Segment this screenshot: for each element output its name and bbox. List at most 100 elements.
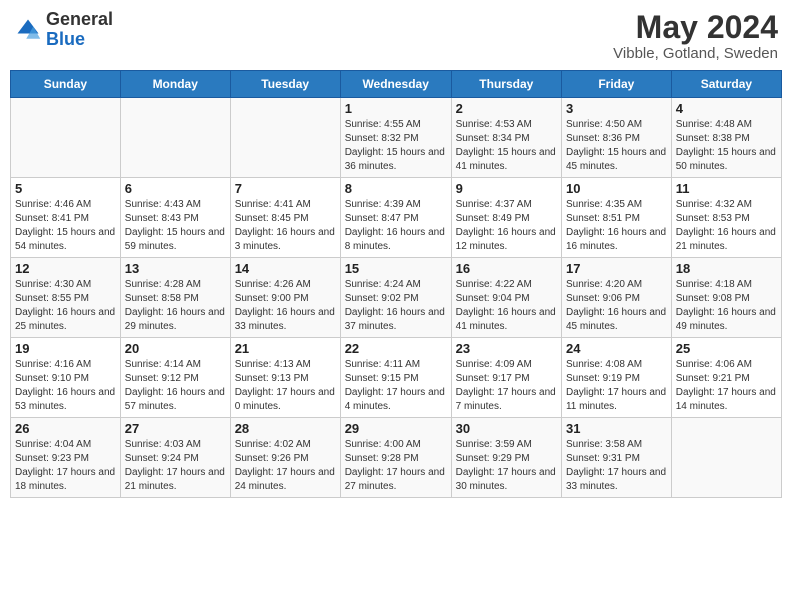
calendar-cell: 15 Sunrise: 4:24 AM Sunset: 9:02 PM Dayli… — [340, 258, 451, 338]
calendar-cell: 30 Sunrise: 3:59 AM Sunset: 9:29 PM Dayli… — [451, 418, 561, 498]
day-header-friday: Friday — [561, 71, 671, 98]
calendar-cell: 13 Sunrise: 4:28 AM Sunset: 8:58 PM Dayli… — [120, 258, 230, 338]
calendar-cell: 12Sunrise: 4:30 AM Sunset: 8:55 PM Dayli… — [11, 258, 121, 338]
day-number: 10 — [566, 181, 667, 196]
cell-info: Sunrise: 4:26 AM Sunset: 9:00 PM Dayligh… — [235, 278, 336, 334]
calendar-cell: 1Sunrise: 4:55 AM Sunset: 8:32 PM Daylig… — [340, 98, 451, 178]
day-number: 22 — [345, 341, 447, 356]
cell-info: Sunrise: 4:39 AM Sunset: 8:47 PM Dayligh… — [345, 198, 447, 254]
calendar-cell: 19Sunrise: 4:16 AM Sunset: 9:10 PM Dayli… — [11, 338, 121, 418]
calendar-cell: 23 Sunrise: 4:09 AM Sunset: 9:17 PM Dayli… — [451, 338, 561, 418]
cell-info: Sunrise: 4:02 AM Sunset: 9:26 PM Dayligh… — [235, 438, 336, 494]
calendar-cell — [230, 98, 340, 178]
calendar-cell — [11, 98, 121, 178]
day-number: 4 — [676, 101, 777, 116]
cell-info: Sunrise: 4:37 AM Sunset: 8:49 PM Dayligh… — [456, 198, 557, 254]
calendar-cell: 3 Sunrise: 4:50 AM Sunset: 8:36 PM Daylig… — [561, 98, 671, 178]
calendar-cell: 27 Sunrise: 4:03 AM Sunset: 9:24 PM Dayli… — [120, 418, 230, 498]
day-number: 8 — [345, 181, 447, 196]
day-number: 13 — [125, 261, 226, 276]
cell-info: Sunrise: 4:41 AM Sunset: 8:45 PM Dayligh… — [235, 198, 336, 254]
calendar-cell: 4 Sunrise: 4:48 AM Sunset: 8:38 PM Daylig… — [671, 98, 781, 178]
calendar-cell: 10 Sunrise: 4:35 AM Sunset: 8:51 PM Dayli… — [561, 178, 671, 258]
calendar-cell: 9 Sunrise: 4:37 AM Sunset: 8:49 PM Daylig… — [451, 178, 561, 258]
day-number: 2 — [456, 101, 557, 116]
calendar-cell: 18 Sunrise: 4:18 AM Sunset: 9:08 PM Dayli… — [671, 258, 781, 338]
day-header-sunday: Sunday — [11, 71, 121, 98]
day-number: 14 — [235, 261, 336, 276]
calendar-cell: 14 Sunrise: 4:26 AM Sunset: 9:00 PM Dayli… — [230, 258, 340, 338]
day-number: 1 — [345, 101, 447, 116]
calendar-cell: 26Sunrise: 4:04 AM Sunset: 9:23 PM Dayli… — [11, 418, 121, 498]
cell-info: Sunrise: 4:14 AM Sunset: 9:12 PM Dayligh… — [125, 358, 226, 414]
day-number: 5 — [15, 181, 116, 196]
location: Vibble, Gotland, Sweden — [613, 45, 778, 62]
day-number: 30 — [456, 421, 557, 436]
calendar-cell: 2Sunrise: 4:53 AM Sunset: 8:34 PM Daylig… — [451, 98, 561, 178]
day-header-monday: Monday — [120, 71, 230, 98]
calendar-cell: 17 Sunrise: 4:20 AM Sunset: 9:06 PM Dayli… — [561, 258, 671, 338]
calendar-week-1: 1Sunrise: 4:55 AM Sunset: 8:32 PM Daylig… — [11, 98, 782, 178]
calendar-cell: 11Sunrise: 4:32 AM Sunset: 8:53 PM Dayli… — [671, 178, 781, 258]
day-number: 20 — [125, 341, 226, 356]
cell-info: Sunrise: 4:43 AM Sunset: 8:43 PM Dayligh… — [125, 198, 226, 254]
day-number: 18 — [676, 261, 777, 276]
day-number: 9 — [456, 181, 557, 196]
cell-info: Sunrise: 4:18 AM Sunset: 9:08 PM Dayligh… — [676, 278, 777, 334]
calendar-header-row: SundayMondayTuesdayWednesdayThursdayFrid… — [11, 71, 782, 98]
calendar-cell: 8 Sunrise: 4:39 AM Sunset: 8:47 PM Daylig… — [340, 178, 451, 258]
day-number: 31 — [566, 421, 667, 436]
cell-info: Sunrise: 4:50 AM Sunset: 8:36 PM Dayligh… — [566, 118, 667, 174]
day-number: 27 — [125, 421, 226, 436]
calendar-cell: 29Sunrise: 4:00 AM Sunset: 9:28 PM Dayli… — [340, 418, 451, 498]
cell-info: Sunrise: 4:46 AM Sunset: 8:41 PM Dayligh… — [15, 198, 116, 254]
day-number: 21 — [235, 341, 336, 356]
day-number: 23 — [456, 341, 557, 356]
calendar-table: SundayMondayTuesdayWednesdayThursdayFrid… — [10, 70, 782, 498]
day-header-saturday: Saturday — [671, 71, 781, 98]
day-number: 6 — [125, 181, 226, 196]
day-number: 29 — [345, 421, 447, 436]
cell-info: Sunrise: 4:20 AM Sunset: 9:06 PM Dayligh… — [566, 278, 667, 334]
cell-info: Sunrise: 4:11 AM Sunset: 9:15 PM Dayligh… — [345, 358, 447, 414]
day-number: 7 — [235, 181, 336, 196]
day-number: 24 — [566, 341, 667, 356]
calendar-week-3: 12Sunrise: 4:30 AM Sunset: 8:55 PM Dayli… — [11, 258, 782, 338]
calendar-cell: 22 Sunrise: 4:11 AM Sunset: 9:15 PM Dayli… — [340, 338, 451, 418]
calendar-cell — [671, 418, 781, 498]
cell-info: Sunrise: 4:35 AM Sunset: 8:51 PM Dayligh… — [566, 198, 667, 254]
day-number: 3 — [566, 101, 667, 116]
logo-blue-text: Blue — [46, 29, 85, 49]
day-number: 11 — [676, 181, 777, 196]
calendar-week-2: 5 Sunrise: 4:46 AM Sunset: 8:41 PM Daylig… — [11, 178, 782, 258]
day-number: 26 — [15, 421, 116, 436]
cell-info: Sunrise: 4:16 AM Sunset: 9:10 PM Dayligh… — [15, 358, 116, 414]
cell-info: Sunrise: 4:24 AM Sunset: 9:02 PM Dayligh… — [345, 278, 447, 334]
calendar-cell: 7 Sunrise: 4:41 AM Sunset: 8:45 PM Daylig… — [230, 178, 340, 258]
calendar-cell: 5 Sunrise: 4:46 AM Sunset: 8:41 PM Daylig… — [11, 178, 121, 258]
cell-info: Sunrise: 4:08 AM Sunset: 9:19 PM Dayligh… — [566, 358, 667, 414]
title-block: May 2024 Vibble, Gotland, Sweden — [613, 10, 778, 62]
day-number: 17 — [566, 261, 667, 276]
cell-info: Sunrise: 4:28 AM Sunset: 8:58 PM Dayligh… — [125, 278, 226, 334]
day-number: 15 — [345, 261, 447, 276]
cell-info: Sunrise: 3:59 AM Sunset: 9:29 PM Dayligh… — [456, 438, 557, 494]
cell-info: Sunrise: 4:48 AM Sunset: 8:38 PM Dayligh… — [676, 118, 777, 174]
calendar-cell: 31 Sunrise: 3:58 AM Sunset: 9:31 PM Dayli… — [561, 418, 671, 498]
calendar-cell: 28 Sunrise: 4:02 AM Sunset: 9:26 PM Dayli… — [230, 418, 340, 498]
calendar-cell: 20 Sunrise: 4:14 AM Sunset: 9:12 PM Dayli… — [120, 338, 230, 418]
day-number: 28 — [235, 421, 336, 436]
day-header-tuesday: Tuesday — [230, 71, 340, 98]
calendar-cell — [120, 98, 230, 178]
calendar-cell: 6 Sunrise: 4:43 AM Sunset: 8:43 PM Daylig… — [120, 178, 230, 258]
page-header: General Blue May 2024 Vibble, Gotland, S… — [10, 10, 782, 62]
cell-info: Sunrise: 4:09 AM Sunset: 9:17 PM Dayligh… — [456, 358, 557, 414]
calendar-cell: 25Sunrise: 4:06 AM Sunset: 9:21 PM Dayli… — [671, 338, 781, 418]
logo: General Blue — [14, 10, 113, 50]
calendar-cell: 16Sunrise: 4:22 AM Sunset: 9:04 PM Dayli… — [451, 258, 561, 338]
day-number: 25 — [676, 341, 777, 356]
cell-info: Sunrise: 3:58 AM Sunset: 9:31 PM Dayligh… — [566, 438, 667, 494]
cell-info: Sunrise: 4:03 AM Sunset: 9:24 PM Dayligh… — [125, 438, 226, 494]
calendar-cell: 24 Sunrise: 4:08 AM Sunset: 9:19 PM Dayli… — [561, 338, 671, 418]
calendar-cell: 21Sunrise: 4:13 AM Sunset: 9:13 PM Dayli… — [230, 338, 340, 418]
